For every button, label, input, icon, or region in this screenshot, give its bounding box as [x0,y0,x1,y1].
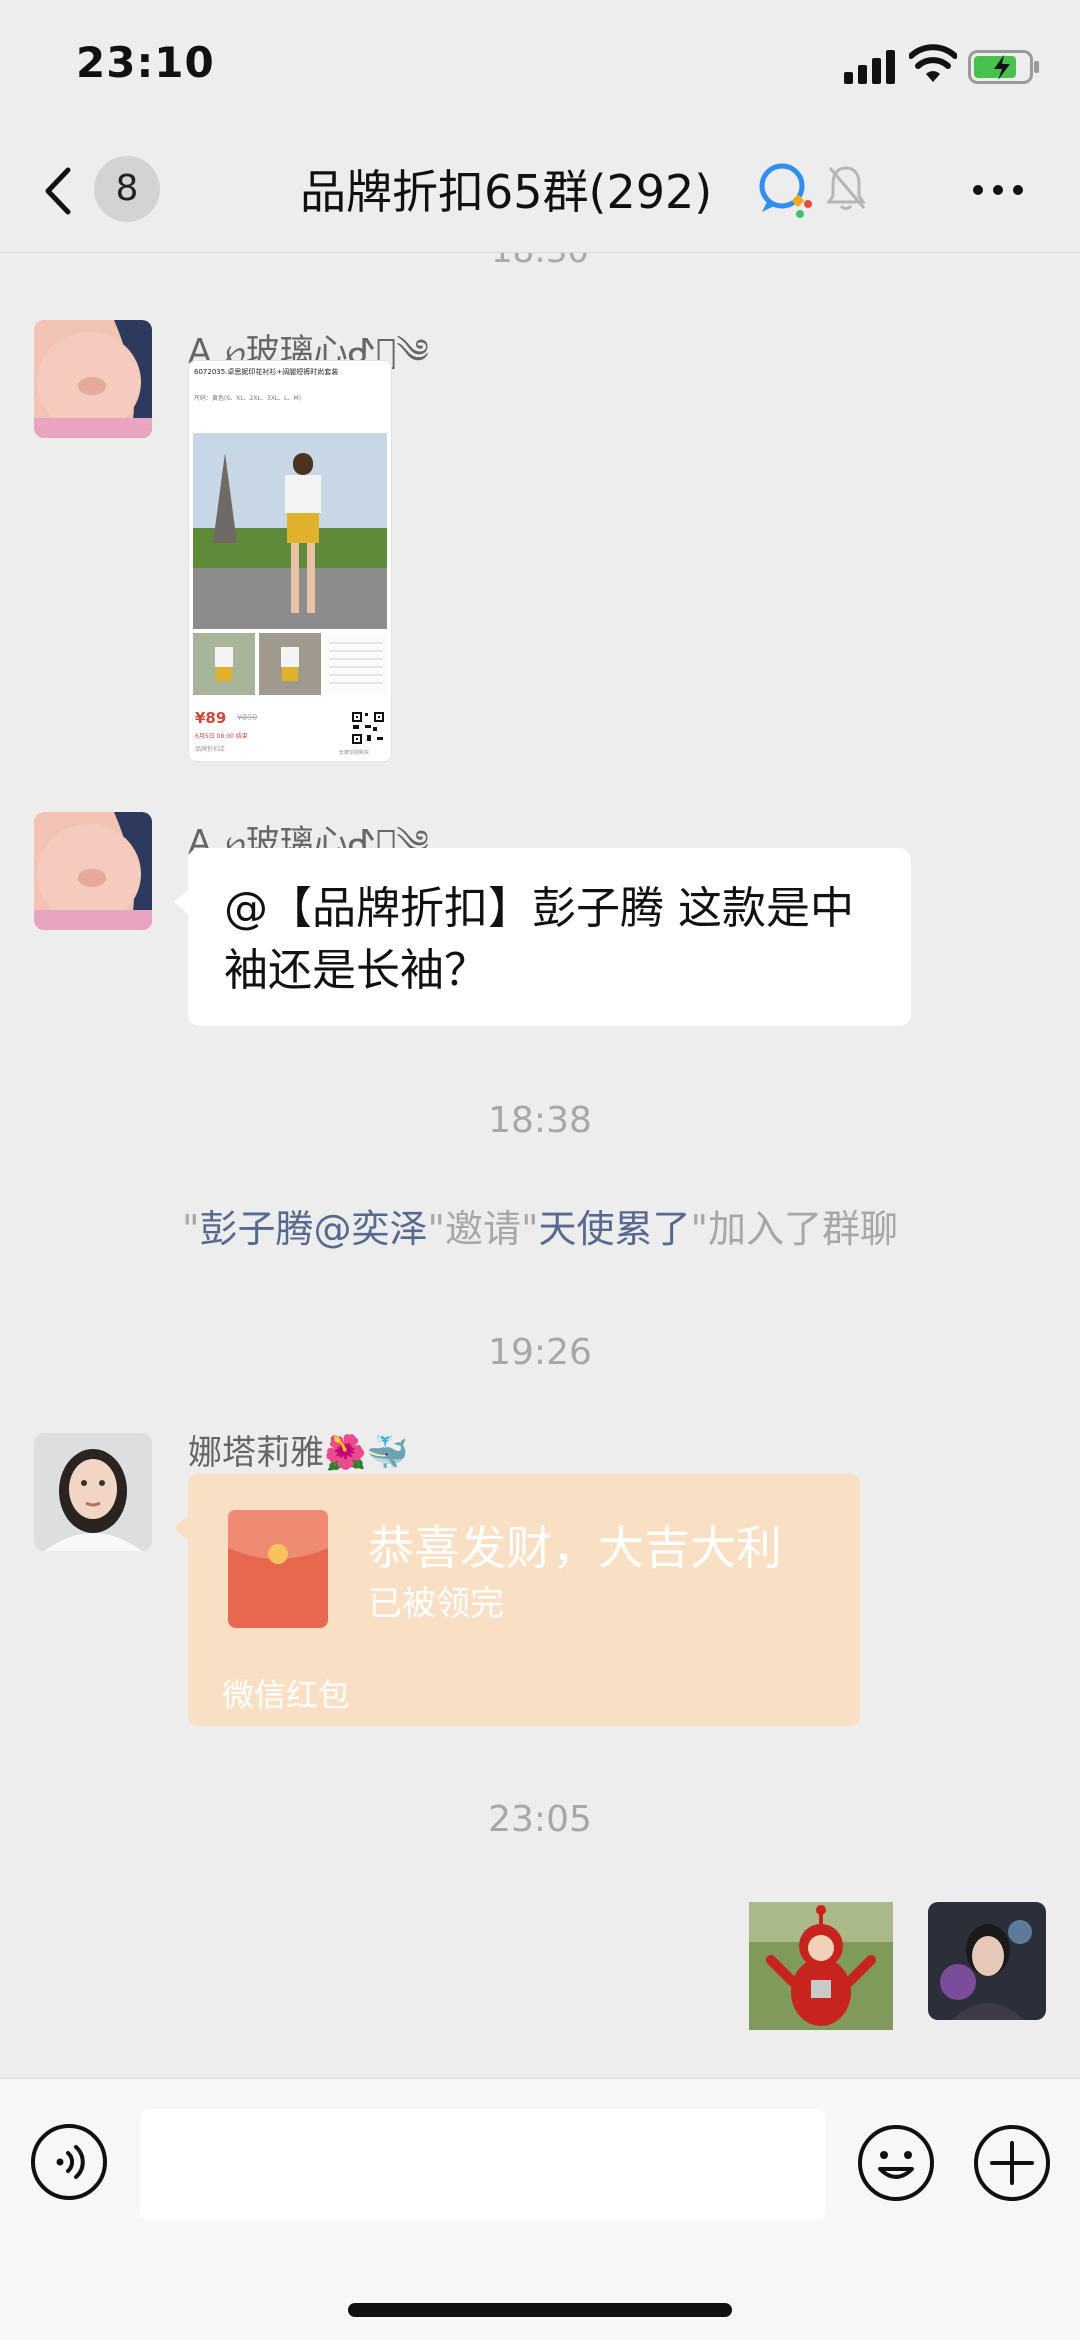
red-packet-status: 已被领完 [368,1584,504,1624]
qr-code-icon [351,711,385,745]
sticker-message[interactable] [749,1902,893,2030]
product-sizes: 尺码：黄色(S、XL、2XL、3XL、L、M) [194,395,302,402]
product-price: ¥89 [195,709,227,727]
product-thumb-1 [193,633,255,695]
emoji-icon[interactable] [856,2123,936,2203]
product-thumb-2 [259,633,321,695]
avatar[interactable] [34,812,152,930]
group-chat-icon [759,163,812,218]
product-image-message[interactable]: 6072035.卓思妮印花衬衫+阔腿短裤时尚套装 尺码：黄色(S、XL、2XL、… [188,360,392,762]
message-list[interactable]: 18:30 A ℘玻璃心ᕷ͛༄ 6072035.卓思妮印花衬衫+阔腿短裤时尚套装… [0,253,1080,2077]
timestamp-partial: 18:30 [0,253,1080,271]
signal-icon [844,50,895,84]
invited-label: "邀请" [427,1207,539,1251]
chat-title[interactable]: 品牌折扣65群(292) [300,156,712,222]
timestamp: 23:05 [488,1799,592,1840]
red-packet-brand: 微信红包 [222,1676,351,1714]
unread-count-badge[interactable]: 8 [94,156,160,222]
invitee-link[interactable]: 天使累了 [538,1207,690,1251]
input-bar [0,2078,1080,2340]
quote-mark: " [182,1207,200,1251]
red-packet-greeting: 恭喜发财，大吉大利 [368,1521,782,1575]
plus-icon[interactable] [972,2123,1052,2203]
text-message-bubble[interactable]: @【品牌折扣】彭子腾 这款是中袖还是长袖？ [174,848,911,1026]
chat-header: 8 品牌折扣65群(292) [0,130,1080,253]
bubble-tail [174,888,190,916]
voice-input-icon[interactable] [30,2123,108,2201]
teletubby-sticker-image [749,1902,893,2030]
system-message: "彭子腾@奕泽"邀请"天使累了"加入了群聊 [0,1198,1080,1253]
red-packet-message[interactable]: 恭喜发财，大吉大利 已被领完 微信红包 [174,1474,860,1726]
scan-to-buy-label: 长按识别购买 [339,750,370,756]
avatar[interactable] [34,320,152,438]
message-text: @【品牌折扣】彭子腾 这款是中袖还是长袖？ [224,883,854,996]
avatar[interactable] [34,1433,152,1551]
red-envelope-icon [228,1510,328,1628]
product-code-title: 6072035.卓思妮印花衬衫+阔腿短裤时尚套装 [194,368,339,376]
promo-end-time: 6月5日 08:00 结束 [195,733,248,740]
size-chart-thumb [325,633,387,695]
wifi-icon [909,44,957,82]
my-avatar[interactable] [928,1902,1046,2020]
timestamp: 19:26 [488,1332,592,1373]
timestamp: 18:38 [488,1100,592,1141]
inviter-link[interactable]: 彭子腾@奕泽 [200,1207,428,1251]
baby-avatar-image [34,320,152,438]
joined-label: "加入了群聊 [690,1207,898,1251]
battery-icon [968,50,1039,84]
woman-avatar-image [34,1433,152,1551]
back-icon[interactable] [42,166,72,216]
mute-bell-icon [826,166,866,210]
product-old-price: ¥899 [237,713,258,722]
baby-avatar-image [34,812,152,930]
status-time: 23:10 [76,38,215,87]
my-avatar-image [928,1902,1046,2020]
status-bar: 23:10 [0,0,1080,130]
shop-name: 品牌折扣店 [195,746,226,753]
bubble-tail [174,1514,190,1542]
home-indicator [348,2303,732,2317]
more-options-icon[interactable] [970,180,1026,200]
sender-name: 娜塔莉雅🌺🐳 [188,1433,409,1473]
product-main-photo [193,433,387,629]
message-input[interactable] [140,2109,826,2221]
